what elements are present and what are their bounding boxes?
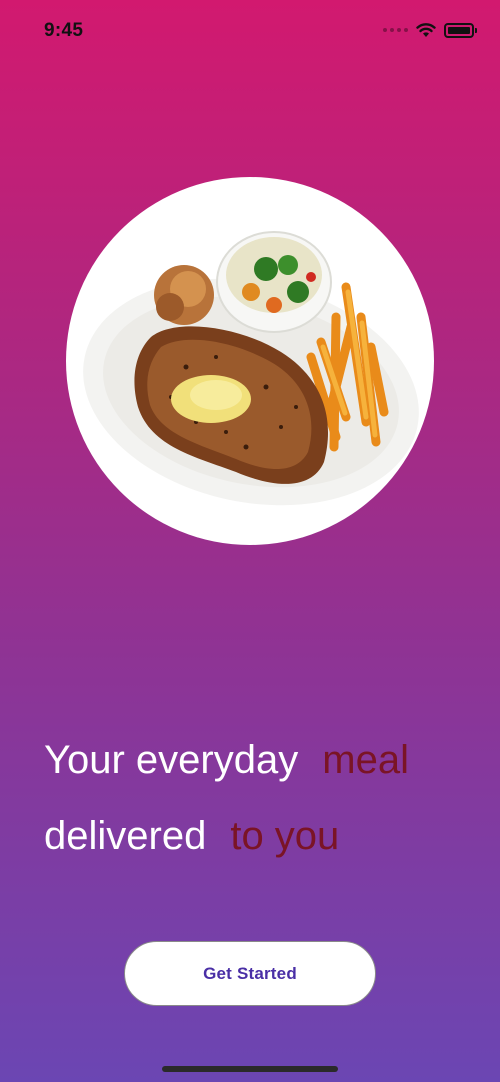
home-indicator[interactable]: [162, 1066, 338, 1072]
headline-accent-2: to you: [230, 814, 340, 858]
status-time: 9:45: [44, 20, 84, 41]
get-started-button[interactable]: Get Started: [124, 941, 376, 1006]
headline: Your everyday meal delivered to you: [44, 722, 474, 874]
headline-main-1: Your everyday: [44, 738, 299, 782]
signal-icon: [383, 28, 408, 32]
status-icons: [383, 22, 477, 38]
headline-line-1: Your everyday meal: [44, 722, 474, 798]
headline-accent-1: meal: [322, 738, 409, 782]
food-illustration: [83, 231, 419, 506]
status-bar: 9:45: [0, 0, 500, 64]
wifi-icon: [416, 23, 436, 37]
steak-plate-image: [66, 177, 434, 545]
headline-line-2: delivered to you: [44, 798, 474, 874]
battery-icon: [444, 22, 477, 38]
headline-main-2: delivered: [44, 814, 207, 858]
